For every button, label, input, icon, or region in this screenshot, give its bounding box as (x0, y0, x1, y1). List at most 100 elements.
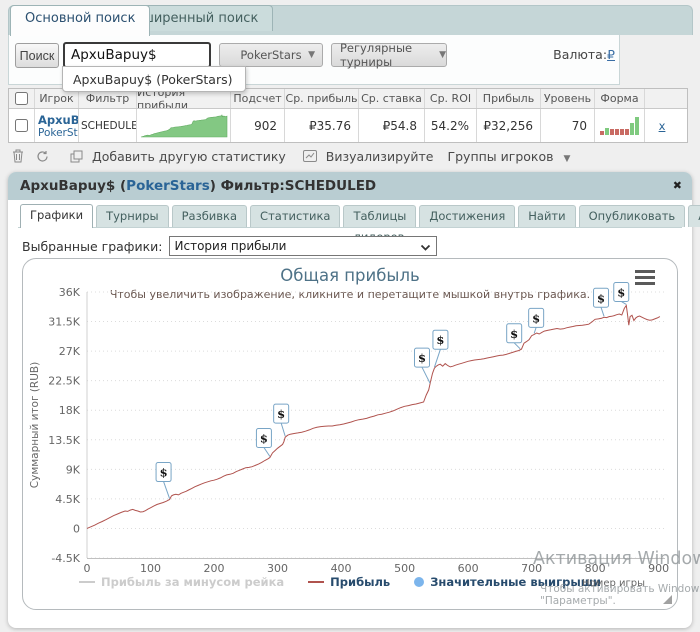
panel-tab-6[interactable]: Достижения (419, 205, 516, 227)
resize-handle[interactable] (663, 595, 672, 604)
column-header[interactable]: Ср. прибыль (285, 89, 359, 108)
avg-profit-cell: ₽35.76 (285, 109, 359, 142)
header-remove-cell (645, 89, 679, 108)
column-header[interactable]: Форма (595, 89, 645, 108)
legend-item-rake[interactable]: Прибыль за минусом рейка (78, 575, 284, 589)
header-checkbox-cell (9, 89, 35, 108)
player-detail-panel: ApxuBapuy$ (PokerStars) Фильтр:SCHEDULED… (8, 172, 700, 628)
form-mini-chart (595, 109, 645, 142)
panel-tab-9[interactable]: Аналитика (688, 205, 700, 227)
visualize-icon[interactable] (302, 148, 318, 164)
column-header[interactable]: Прибыль (477, 89, 541, 108)
chart-select-label: Выбранные графики: (22, 238, 163, 254)
panel-tab-4[interactable]: Статистика (250, 205, 341, 227)
site-select-value: PokerStars (240, 48, 302, 62)
panel-title-filter: ) Фильтр:SCHEDULED (209, 178, 377, 194)
tournament-type-value: Регулярные турниры (340, 41, 413, 69)
avg-roi-cell: 54.2% (425, 109, 477, 142)
svg-text:$: $ (160, 466, 168, 480)
chart-plot-area[interactable]: 36K 31.5K 27K 22.5K 18K 13.5K 9K 4.5K 0 -4.5K 0 100… (23, 259, 679, 611)
row-checkbox-cell (9, 109, 35, 142)
player-search-input[interactable] (63, 42, 211, 68)
line-swatch-icon (78, 581, 95, 583)
count-cell: 902 (231, 109, 285, 142)
legend-item-profit[interactable]: Прибыль (308, 575, 390, 589)
svg-text:100: 100 (140, 562, 161, 575)
panel-title: ApxuBapuy$ ( (20, 178, 127, 194)
panel-tab-1[interactable]: Графики (20, 204, 94, 228)
svg-text:$: $ (436, 333, 444, 347)
svg-text:700: 700 (521, 562, 542, 575)
legend-item-big-wins[interactable]: Значительные выигрыши (414, 575, 601, 589)
svg-text:$: $ (532, 311, 540, 325)
visualize-button[interactable]: Визуализируйте (326, 149, 434, 164)
chevron-down-icon: ▼ (439, 50, 446, 60)
currency-link[interactable]: ₽ (607, 47, 615, 62)
chevron-down-icon: ▼ (563, 153, 571, 164)
svg-text:$: $ (510, 327, 518, 341)
copy-icon[interactable] (68, 148, 84, 164)
svg-text:$: $ (260, 432, 268, 446)
player-cell: ApxuBapuy$ PokerStars (35, 109, 79, 142)
svg-text:$: $ (277, 407, 285, 421)
add-stat-button[interactable]: Добавить другую статистику (92, 149, 286, 164)
marker-swatch-icon (414, 577, 425, 587)
chevron-down-icon (420, 244, 430, 251)
select-all-checkbox[interactable] (15, 92, 28, 105)
svg-text:22.5K: 22.5K (48, 375, 80, 388)
panel-header: ApxuBapuy$ (PokerStars) Фильтр:SCHEDULED… (8, 172, 692, 200)
refresh-icon[interactable] (34, 148, 50, 164)
svg-text:400: 400 (331, 562, 352, 575)
svg-text:9K: 9K (66, 463, 81, 476)
panel-tab-8[interactable]: Опубликовать (578, 205, 686, 227)
chart-select-row: Выбранные графики: История прибыли (22, 236, 437, 256)
svg-text:Суммарный итог (RUB): Суммарный итог (RUB) (29, 362, 41, 488)
tab-basic-search[interactable]: Основной поиск (10, 5, 151, 36)
table-toolbar: Добавить другую статистику Визуализируйт… (10, 146, 570, 166)
autocomplete-suggestion[interactable]: ApxuBapuy$ (PokerStars) (62, 66, 246, 92)
currency-label: Валюта: (553, 47, 608, 62)
line-swatch-icon (308, 581, 325, 583)
chart-type-select[interactable]: История прибыли (168, 236, 437, 256)
panel-tabs: Графики Турниры Разбивка Статистика Таблицы … (18, 204, 700, 244)
remove-row-link[interactable]: x (659, 119, 666, 133)
site-select[interactable]: PokerStars ▼ (219, 43, 323, 67)
player-site-link[interactable]: PokerStars (38, 127, 78, 139)
panel-tab-5[interactable]: Таблицы лидеров (343, 205, 417, 244)
panel-tab-3[interactable]: Разбивка (171, 205, 248, 227)
profit-chart: Общая прибыль Чтобы увеличить изображени… (22, 258, 678, 610)
panel-title-site-link[interactable]: PokerStars (126, 178, 210, 194)
close-icon[interactable]: ✖ (673, 172, 682, 200)
profit-cell: ₽32,256 (477, 109, 541, 142)
results-table: Игрок Фильтр История прибыли Подсчет Ср. при… (8, 88, 688, 143)
legend-label: Прибыль (330, 575, 391, 589)
x-axis-title: Номер игры (582, 578, 645, 589)
player-groups-dropdown[interactable]: Группы игроков ▼ (448, 149, 571, 164)
svg-text:27K: 27K (59, 345, 81, 358)
column-header[interactable]: Уровень (541, 89, 595, 108)
column-header[interactable]: Ср. ставка (359, 89, 425, 108)
page: Основной поиск Расширенный поиск Поиск P… (0, 0, 700, 632)
search-button[interactable]: Поиск (15, 43, 59, 68)
row-checkbox[interactable] (15, 119, 28, 132)
svg-text:18K: 18K (59, 404, 81, 417)
chart-type-value: История прибыли (174, 239, 287, 253)
tournament-type-select[interactable]: Регулярные турниры ▼ (331, 41, 447, 69)
currency-switcher: Валюта:₽ (549, 47, 615, 62)
svg-text:500: 500 (394, 562, 415, 575)
table-row: ApxuBapuy$ PokerStars SCHEDULED 902 ₽35.… (9, 108, 687, 142)
filter-cell: SCHEDULED (79, 109, 137, 142)
player-name-link[interactable]: ApxuBapuy$ (38, 113, 78, 127)
panel-tab-7[interactable]: Найти (518, 205, 576, 227)
column-header[interactable]: Ср. ROI (425, 89, 477, 108)
svg-text:0: 0 (84, 562, 91, 575)
svg-text:$: $ (617, 285, 625, 299)
player-groups-label: Группы игроков (447, 148, 554, 164)
chart-legend: Прибыль за минусом рейка Прибыль Значите… (73, 575, 607, 589)
svg-text:900: 900 (648, 562, 669, 575)
profit-history-sparkline (137, 109, 231, 142)
trash-icon[interactable] (10, 148, 26, 164)
panel-tab-2[interactable]: Турниры (96, 205, 169, 227)
svg-text:0: 0 (73, 522, 80, 535)
svg-text:-4.5K: -4.5K (51, 552, 80, 565)
